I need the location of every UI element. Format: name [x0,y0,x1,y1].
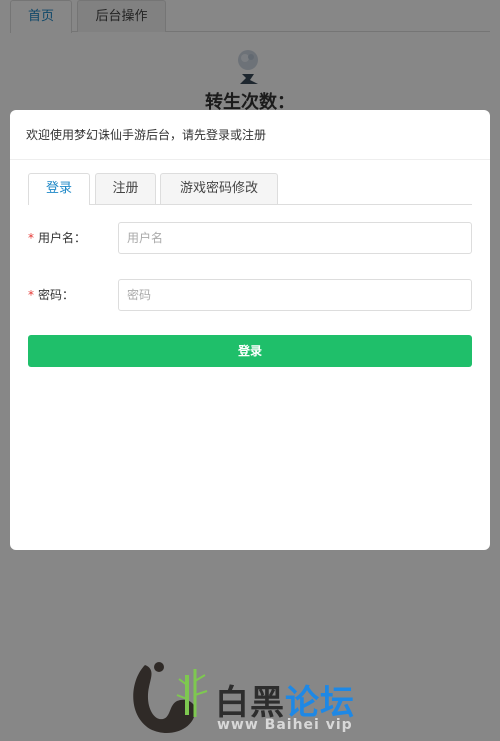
watermark-url: www Baihei vip [217,717,353,733]
username-label: * 用户名： [28,222,86,254]
username-input[interactable] [118,222,472,254]
required-mark: * [28,288,34,302]
password-row: * 密码： [28,279,472,311]
username-label-text: 用户名： [38,231,87,245]
login-button[interactable]: 登录 [28,335,472,367]
password-label-text: 密码： [38,288,75,302]
password-label: * 密码： [28,279,74,311]
panda-logo-icon [133,662,208,734]
username-row: * 用户名： [28,222,472,254]
login-modal: 欢迎使用梦幻诛仙手游后台，请先登录或注册 登录 注册 游戏密码修改 * 用户名： … [10,110,490,550]
modal-tab-bar: 登录 注册 游戏密码修改 [28,173,472,205]
tab-change-game-password[interactable]: 游戏密码修改 [160,173,278,204]
modal-welcome-text: 欢迎使用梦幻诛仙手游后台，请先登录或注册 [10,110,490,160]
required-mark: * [28,231,34,245]
password-input[interactable] [118,279,472,311]
watermark: 白黑论坛 www Baihei vip [125,655,375,741]
tab-login[interactable]: 登录 [28,173,90,205]
tab-register[interactable]: 注册 [95,173,156,204]
